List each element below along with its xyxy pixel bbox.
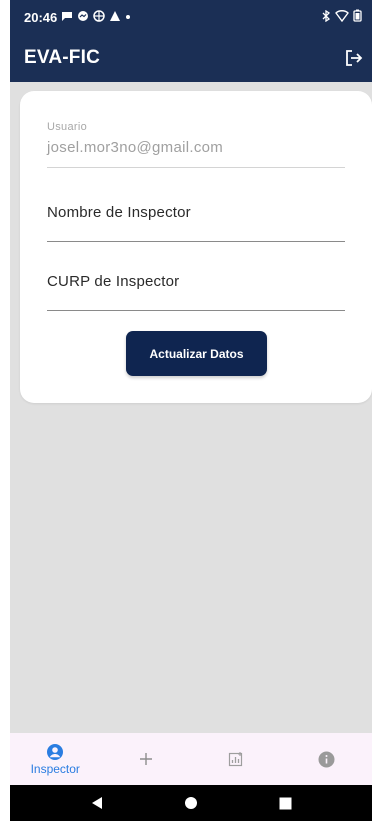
bluetooth-icon: [321, 9, 331, 25]
nav-item-analytics[interactable]: [196, 751, 276, 767]
usuario-field: Usuario josel.mor3no@gmail.com: [47, 121, 345, 168]
messenger-icon: [77, 10, 89, 25]
battery-icon: [353, 9, 362, 25]
chat-icon: [61, 10, 73, 25]
home-icon[interactable]: [184, 796, 198, 810]
nombre-inspector-field[interactable]: Nombre de Inspector: [47, 202, 345, 242]
actualizar-datos-button[interactable]: Actualizar Datos: [126, 331, 267, 376]
logout-icon: [346, 50, 363, 66]
usuario-label: Usuario: [47, 121, 88, 133]
profile-card: Usuario josel.mor3no@gmail.com Nombre de…: [20, 91, 372, 403]
warning-icon: [109, 10, 121, 25]
curp-inspector-field[interactable]: CURP de Inspector: [47, 271, 345, 311]
add-icon: [139, 753, 152, 765]
info-icon: [318, 751, 335, 767]
usuario-value: josel.mor3no@gmail.com: [47, 139, 224, 156]
nav-label-inspector: Inspector: [30, 761, 80, 776]
app-bar: EVA-FIC: [10, 34, 372, 82]
bottom-nav: Inspector: [10, 733, 372, 785]
nombre-inspector-input[interactable]: Nombre de Inspector: [47, 202, 345, 242]
account-circle-icon: [47, 743, 64, 760]
app-title: EVA-FIC: [24, 47, 100, 68]
status-bar: 20:46: [10, 0, 372, 34]
nav-item-info[interactable]: [287, 751, 367, 768]
phone-screen: 20:46 EVA-FIC Usuario josel.mor3no@gmail…: [10, 0, 372, 821]
analytics-icon: [229, 752, 243, 767]
status-right: [321, 9, 362, 25]
recents-icon[interactable]: [279, 797, 292, 810]
status-left: 20:46: [24, 10, 131, 25]
logout-button[interactable]: [342, 46, 366, 70]
curp-inspector-input[interactable]: CURP de Inspector: [47, 271, 345, 311]
wifi-icon: [335, 9, 349, 25]
vpn-icon: [93, 9, 105, 25]
status-time: 20:46: [24, 9, 58, 25]
system-nav-bar: [10, 785, 372, 821]
dot-icon: [125, 12, 131, 23]
back-icon[interactable]: [90, 796, 104, 810]
nav-item-add[interactable]: [106, 751, 186, 767]
nav-item-inspector[interactable]: Inspector: [15, 743, 95, 776]
